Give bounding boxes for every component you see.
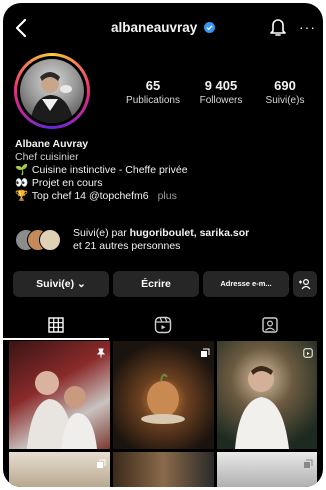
profile-category: Chef cuisinier bbox=[15, 151, 79, 163]
stat-publications[interactable]: 65 Publications bbox=[121, 78, 185, 106]
email-button[interactable]: Adresse e-m... bbox=[203, 271, 289, 297]
seedling-icon: 🌱 bbox=[15, 164, 29, 176]
post-thumbnail[interactable] bbox=[9, 341, 110, 449]
profile-display-name: Albane Auvray bbox=[15, 138, 89, 150]
grid-tab[interactable] bbox=[3, 311, 109, 339]
bio-line-text[interactable]: Top chef 14 @topchefm6 bbox=[32, 190, 149, 202]
reels-tab[interactable] bbox=[110, 311, 216, 339]
bio-line-text: Cuisine instinctive - Cheffe privée bbox=[31, 164, 188, 176]
followed-by-suffix: et 21 autres personnes bbox=[73, 240, 181, 252]
post-thumbnail[interactable] bbox=[113, 452, 214, 487]
pin-icon bbox=[96, 345, 106, 363]
stat-value: 9 405 bbox=[204, 78, 238, 93]
stat-followers[interactable]: 9 405 Followers bbox=[189, 78, 253, 106]
followed-by-text: Suivi(e) par hugoriboulet, sarika.sor et… bbox=[73, 227, 313, 253]
username-label: albaneauvray bbox=[110, 20, 198, 35]
grid-icon bbox=[48, 317, 64, 333]
carousel-icon bbox=[96, 456, 106, 474]
reels-icon bbox=[154, 316, 172, 334]
followed-by-prefix: Suivi(e) par bbox=[73, 227, 127, 239]
bio-line-text: Projet en cours bbox=[31, 177, 103, 189]
tagged-tab[interactable] bbox=[217, 311, 323, 339]
stat-value: 65 bbox=[145, 78, 161, 93]
avatar bbox=[20, 59, 84, 123]
carousel-icon bbox=[200, 345, 210, 363]
stat-label: Publications bbox=[126, 95, 180, 106]
message-button[interactable]: Écrire bbox=[113, 271, 199, 297]
post-thumbnail[interactable] bbox=[113, 341, 214, 449]
stat-following[interactable]: 690 Suivi(e)s bbox=[255, 78, 315, 106]
profile-bio: Albane Auvray Chef cuisinier 🌱 Cuisine i… bbox=[15, 138, 315, 203]
trophy-icon: 🏆 bbox=[15, 190, 29, 202]
more-options-icon[interactable]: ··· bbox=[299, 19, 316, 35]
verified-badge-icon bbox=[204, 22, 216, 33]
avatar-story-ring[interactable] bbox=[14, 53, 90, 129]
post-thumbnail[interactable] bbox=[9, 452, 110, 487]
bio-line: 👀 Projet en cours bbox=[15, 177, 315, 190]
stat-label: Suivi(e)s bbox=[265, 95, 305, 106]
followed-by[interactable]: Suivi(e) par hugoriboulet, sarika.sor et… bbox=[15, 227, 315, 257]
reel-icon bbox=[303, 345, 313, 363]
followed-by-names: hugoriboulet, sarika.sor bbox=[129, 227, 250, 239]
post-thumbnail[interactable] bbox=[217, 341, 317, 449]
carousel-icon bbox=[303, 456, 313, 474]
bio-line: 🌱 Cuisine instinctive - Cheffe privée bbox=[15, 164, 315, 177]
bio-line: 🏆 Top chef 14 @topchefm6 plus bbox=[15, 190, 315, 203]
bell-icon[interactable] bbox=[269, 17, 287, 42]
follower-avatar bbox=[39, 229, 61, 251]
active-tab-indicator bbox=[3, 338, 109, 340]
add-user-button[interactable] bbox=[293, 271, 317, 297]
following-button[interactable]: Suivi(e) ⌄ bbox=[13, 271, 109, 297]
posts-grid bbox=[9, 341, 317, 487]
top-bar: albaneauvray ··· bbox=[3, 15, 323, 41]
stat-value: 690 bbox=[274, 78, 296, 93]
stat-label: Followers bbox=[199, 95, 243, 106]
bio-more-link[interactable]: plus bbox=[158, 190, 177, 202]
post-thumbnail[interactable] bbox=[217, 452, 317, 487]
tagged-icon bbox=[262, 317, 278, 333]
eyes-icon: 👀 bbox=[15, 177, 29, 189]
profile-screen: albaneauvray ··· 65 Publications 9 405 F… bbox=[3, 3, 323, 487]
profile-tabs bbox=[3, 311, 323, 340]
